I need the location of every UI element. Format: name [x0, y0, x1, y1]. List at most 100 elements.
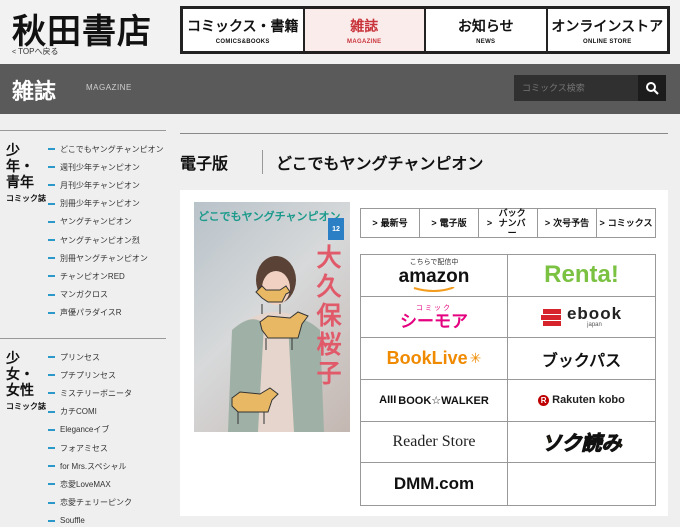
sidebar-item[interactable]: チャンピオンRED	[48, 267, 166, 285]
sidebar-item[interactable]: マンガクロス	[48, 286, 166, 304]
book-stack-icon	[540, 308, 561, 326]
nav-magazine[interactable]: 雑誌 MAGAZINE	[304, 9, 426, 51]
amazon-smile-icon	[413, 287, 455, 293]
sidebar-item[interactable]: Eleganceイブ	[48, 421, 166, 439]
global-nav: コミックス・書籍 COMICS&BOOKS 雑誌 MAGAZINE お知らせ N…	[180, 6, 670, 54]
ebook-logo: ebook	[566, 304, 623, 324]
bookwalker-logo: BOOK☆WALKER	[398, 394, 489, 407]
nav-label: 雑誌	[350, 17, 379, 34]
chevron-left-icon: <	[12, 49, 17, 56]
store-amazon[interactable]: こちらで配信中 amazon	[361, 255, 508, 297]
section-banner: 雑誌 MAGAZINE	[0, 64, 680, 114]
sidebar-item[interactable]: 別冊少年チャンピオン	[48, 195, 166, 213]
tab-back-number[interactable]: > バック ナンバー	[479, 208, 538, 238]
tab-latest[interactable]: > 最新号	[361, 209, 420, 237]
tab-label: コミックス	[607, 218, 653, 228]
sidebar-item[interactable]: 月刊少年チャンピオン	[48, 176, 166, 194]
search-box	[514, 75, 666, 101]
sidebar-item[interactable]: どこでもヤングチャンピオン	[48, 140, 166, 158]
sidebar-item[interactable]: for Mrs.スペシャル	[48, 457, 166, 475]
store-cmoa[interactable]: コミック シーモア	[361, 296, 508, 339]
renta-logo: Renta!	[544, 261, 619, 289]
magazine-cover[interactable]: どこでもヤングチャンピオン 12 大久保桜子	[194, 202, 350, 432]
cmoa-logo: シーモア	[400, 311, 468, 331]
bookpass-logo: ブックパス	[541, 352, 622, 370]
page-heading: 電子版	[180, 156, 229, 173]
sidebar-divider	[0, 338, 166, 339]
sidebar-item[interactable]: Souffle	[48, 512, 166, 527]
nav-label: コミックス・書籍	[186, 17, 299, 34]
sidebar-item[interactable]: プリンセス	[48, 348, 166, 366]
nav-sublabel: ONLINE STORE	[583, 38, 632, 45]
store-rakuten-kobo[interactable]: R Rakuten kobo	[508, 380, 655, 422]
store-booklive[interactable]: BookLive ✳	[361, 338, 508, 380]
sidebar-heading-label: 少女・女性	[6, 350, 34, 398]
heading-divider	[262, 150, 263, 174]
sidebar-list-shonen: どこでもヤングチャンピオン 週刊少年チャンピオン 月刊少年チャンピオン 別冊少年…	[48, 140, 166, 322]
search-icon	[646, 82, 659, 95]
nav-comics-books[interactable]: コミックス・書籍 COMICS&BOOKS	[183, 9, 305, 51]
sokuyomi-logo: ソク読み	[541, 433, 622, 456]
sparkle-icon: ✳	[469, 350, 482, 367]
booklive-logo: BookLive	[386, 348, 468, 369]
nav-sublabel: COMICS&BOOKS	[215, 38, 270, 45]
sidebar-item[interactable]: ヤングチャンピオン	[48, 213, 166, 231]
tab-comics[interactable]: > コミックス	[597, 209, 655, 237]
section-subtitle: MAGAZINE	[86, 83, 132, 92]
nav-label: お知らせ	[457, 17, 514, 34]
tab-label: バック ナンバー	[498, 208, 526, 238]
chevron-right-icon: >	[431, 218, 437, 228]
sidebar-list-shojo: プリンセス プチプリンセス ミステリーボニータ カチCOMI Eleganceイ…	[48, 348, 166, 527]
tab-label: 次号予告	[553, 218, 590, 228]
page-title: どこでもヤングチャンピオン	[276, 156, 484, 173]
store-reader-store[interactable]: Reader Store	[361, 421, 508, 464]
section-title: 雑誌	[12, 79, 57, 104]
nav-sublabel: MAGAZINE	[347, 38, 382, 45]
reader-store-logo: Reader Store	[392, 432, 476, 450]
sidebar-item[interactable]: 恋愛LoveMAX	[48, 475, 166, 493]
store-bookwalker[interactable]: AIII BOOK☆WALKER	[361, 380, 508, 422]
sidebar-item[interactable]: フォアミセス	[48, 439, 166, 457]
rakuten-r-icon: R	[538, 394, 550, 406]
sidebar-item[interactable]: 声優パラダイスR	[48, 304, 166, 322]
tab-label: 最新号	[380, 218, 408, 228]
back-to-top-link[interactable]: < TOPへ戻る	[12, 46, 58, 57]
store-ebook[interactable]: ebook japan	[508, 297, 655, 339]
search-input[interactable]	[514, 75, 638, 101]
store-dmm[interactable]: DMM.com	[361, 463, 508, 505]
store-empty-cell	[508, 463, 655, 505]
nav-label: オンラインストア	[551, 17, 664, 34]
store-renta[interactable]: Renta!	[508, 255, 655, 297]
tab-digital[interactable]: > 電子版	[420, 209, 479, 237]
store-grid: こちらで配信中 amazon Renta! コミック シーモア ebook ja…	[360, 254, 656, 506]
chevron-right-icon: >	[599, 218, 605, 228]
sidebar-item[interactable]: プチプリンセス	[48, 366, 166, 384]
sidebar-item[interactable]: カチCOMI	[48, 403, 166, 421]
sidebar-item[interactable]: ミステリーボニータ	[48, 384, 166, 402]
sidebar-item[interactable]: 別冊ヤングチャンピオン	[48, 249, 166, 267]
nav-sublabel: NEWS	[476, 38, 496, 45]
store-bookpass[interactable]: ブックパス	[508, 338, 655, 380]
content-divider	[180, 133, 668, 134]
fox-doodle	[231, 285, 309, 424]
sidebar-divider	[0, 130, 166, 131]
chevron-right-icon: >	[372, 218, 378, 228]
search-button[interactable]	[638, 75, 666, 101]
nav-online-store[interactable]: オンラインストア ONLINE STORE	[548, 9, 668, 51]
sidebar-heading-label: 少年・青年	[6, 142, 34, 190]
chevron-right-icon: >	[486, 218, 493, 228]
sidebar-item[interactable]: ヤングチャンピオン烈	[48, 231, 166, 249]
dmm-logo: DMM.com	[393, 474, 475, 494]
tab-label: 電子版	[439, 218, 467, 228]
ebook-sub: japan	[587, 322, 602, 329]
bookwalker-bars-icon: AIII	[379, 394, 397, 407]
amazon-logo: amazon	[398, 266, 470, 288]
nav-news[interactable]: お知らせ NEWS	[426, 9, 548, 51]
chevron-right-icon: >	[544, 218, 551, 228]
sidebar-item[interactable]: 週刊少年チャンピオン	[48, 158, 166, 176]
site-header: 秋田書店 < TOPへ戻る コミックス・書籍 COMICS&BOOKS 雑誌 M…	[0, 0, 680, 64]
store-sokuyomi[interactable]: ソク読み	[508, 422, 655, 464]
tab-next-issue[interactable]: > 次号予告	[538, 209, 597, 237]
sidebar-item[interactable]: 恋愛チェリーピンク	[48, 494, 166, 512]
back-to-top-label: TOPへ戻る	[18, 47, 59, 56]
